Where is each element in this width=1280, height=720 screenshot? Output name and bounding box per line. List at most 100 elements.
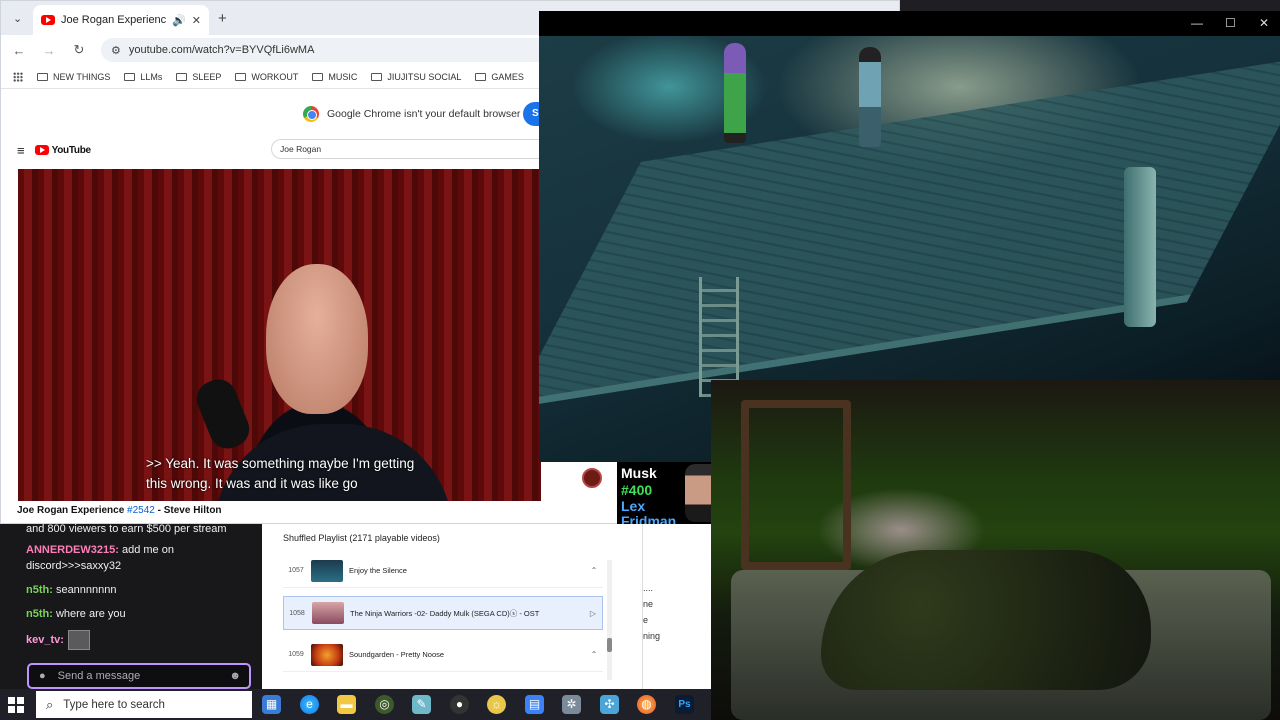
chrome-logo-icon [303, 106, 319, 122]
character-left [724, 43, 746, 143]
obs-icon[interactable]: ● [450, 695, 469, 714]
chat-message: ANNERDEW3215: add me on discord>>>saxxy3… [26, 544, 174, 572]
emote-picker-icon[interactable]: ☻ [229, 670, 241, 682]
photoshop-icon[interactable]: Ps [675, 695, 694, 714]
gear-app-icon[interactable]: ✲ [562, 695, 581, 714]
maximize-icon[interactable]: ☐ [1225, 16, 1236, 30]
chat-settings-icon[interactable]: ● [39, 670, 46, 682]
channel-badge-icon [582, 468, 602, 488]
side-panel-text: .... ne e ning [643, 583, 661, 641]
video-player[interactable] [18, 169, 541, 501]
sleeping-person [821, 550, 1151, 690]
bookmark-folder[interactable]: NEW THINGS [37, 72, 110, 82]
folder-icon [475, 72, 487, 81]
chat-username[interactable]: kev_tv: [26, 634, 64, 646]
folder-icon [312, 72, 324, 81]
chat-username[interactable]: ANNERDEW3215: [26, 544, 119, 556]
chat-username[interactable]: n5th: [26, 584, 53, 596]
search-icon: ⌕ [46, 696, 54, 712]
playlist-title: Shuffled Playlist (2171 playable videos) [283, 533, 440, 543]
reload-icon[interactable]: ↻ [71, 42, 87, 58]
folder-icon [124, 72, 136, 81]
firefox-icon[interactable]: ◍ [637, 695, 656, 714]
move-up-icon[interactable]: ⌃ [585, 650, 603, 659]
chat-message: n5th: seannnnnnn [26, 584, 117, 596]
folder-icon [235, 72, 247, 81]
guest-photo [685, 464, 711, 522]
close-icon[interactable]: ✕ [1259, 16, 1269, 30]
forward-icon[interactable]: → [41, 43, 57, 58]
bookmark-folder[interactable]: GAMES [475, 72, 524, 82]
playlist-thumbnail [311, 643, 343, 666]
default-browser-notice: Google Chrome isn't your default browser [327, 108, 521, 120]
bookmark-folder[interactable]: WORKOUT [235, 72, 298, 82]
playlist-panel: Shuffled Playlist (2171 playable videos)… [262, 524, 642, 689]
playlist-item[interactable]: 1057 Enjoy the Silence ⌃ [283, 554, 603, 588]
move-up-icon[interactable]: ⌃ [585, 566, 603, 575]
tab-title: Joe Rogan Experience #254 [61, 14, 167, 26]
chat-input[interactable]: ● Send a message ☻ [27, 663, 251, 689]
menu-icon[interactable]: ≡ [17, 143, 25, 158]
apps-grid-icon[interactable] [13, 71, 23, 82]
scrollbar-thumb[interactable] [607, 638, 612, 652]
caption-line: >> Yeah. It was something maybe I'm gett… [146, 456, 415, 471]
back-icon[interactable]: ← [11, 43, 27, 58]
site-info-icon[interactable]: ⚙ [111, 44, 121, 57]
chat-message: and 800 viewers to earn $500 per stream [26, 523, 227, 535]
playlist-scrollbar[interactable] [607, 560, 612, 680]
play-icon[interactable]: ▷ [584, 609, 602, 618]
webcam-feed [711, 380, 1280, 720]
youtube-logo-icon [34, 145, 49, 155]
bookmark-folder[interactable]: JIUJITSU SOCIAL [371, 72, 461, 82]
desktop: ⌄ Joe Rogan Experience #254 🔊 ✕ + ← → ↻ … [0, 0, 1280, 720]
chat-message: kev_tv: [26, 630, 256, 650]
edge-icon[interactable]: e [300, 695, 319, 714]
side-panel: .... ne e ning [642, 524, 711, 689]
chair [741, 400, 851, 570]
chat-message: n5th: where are you [26, 608, 126, 620]
podcast-thumbnail[interactable]: Musk #400 Lex Fridman [617, 462, 711, 524]
taskbar-search-input[interactable]: ⌕ Type here to search [36, 691, 252, 718]
dock-post [1124, 167, 1156, 327]
character-right [859, 47, 881, 147]
notes-icon[interactable]: ✎ [412, 695, 431, 714]
docs-icon[interactable]: ▤ [525, 695, 544, 714]
bookmark-folder[interactable]: MUSIC [312, 72, 357, 82]
playlist-item[interactable]: 1059 Soundgarden - Pretty Noose ⌃ [283, 638, 603, 672]
folder-icon [371, 72, 383, 81]
audio-playing-icon[interactable]: 🔊 [172, 14, 186, 27]
close-tab-icon[interactable]: ✕ [192, 14, 201, 27]
bookmark-folder[interactable]: SLEEP [176, 72, 221, 82]
task-view-icon[interactable]: ▦ [262, 695, 281, 714]
youtube-favicon-icon [41, 15, 55, 25]
chat-username[interactable]: n5th: [26, 608, 53, 620]
tab-youtube[interactable]: Joe Rogan Experience #254 🔊 ✕ [33, 5, 209, 35]
ladder [699, 277, 739, 397]
network-app-icon[interactable]: ✣ [600, 695, 619, 714]
episode-link[interactable]: #2542 [127, 505, 155, 516]
playlist-thumbnail [312, 602, 344, 624]
youtube-search-input[interactable]: Joe Rogan [271, 139, 541, 159]
video-captions: >> Yeah. It was something maybe I'm gett… [146, 454, 414, 494]
playlist-thumbnail [311, 559, 343, 582]
playlist-item-active[interactable]: 1058 The Ninja Warriors -02- Daddy Mulk … [283, 596, 603, 630]
microphone [191, 374, 255, 454]
caption-line: this wrong. It was and it was like go [146, 476, 358, 491]
thumbnail-host: Lex Fridman [621, 498, 677, 525]
youtube-logo[interactable]: YouTube [34, 145, 91, 156]
dock [539, 55, 1280, 409]
folder-icon [37, 72, 48, 81]
app-icon[interactable]: ◎ [375, 695, 394, 714]
chat-input-placeholder: Send a message [57, 670, 141, 682]
tab-search-icon[interactable]: ⌄ [13, 12, 22, 25]
minimize-icon[interactable]: — [1191, 16, 1203, 30]
new-tab-button[interactable]: + [218, 10, 227, 27]
thumbnail-name: Musk [621, 465, 657, 481]
video-title: Joe Rogan Experience #2542 - Steve Hilto… [17, 505, 222, 516]
windows-start-icon[interactable] [8, 697, 24, 713]
bookmark-folder[interactable]: LLMs [124, 72, 162, 82]
file-explorer-icon[interactable]: ▬ [337, 695, 356, 714]
thumbnail-episode: #400 [621, 482, 653, 498]
emote-image [67, 630, 90, 650]
lightbulb-icon[interactable]: ☼ [487, 695, 506, 714]
